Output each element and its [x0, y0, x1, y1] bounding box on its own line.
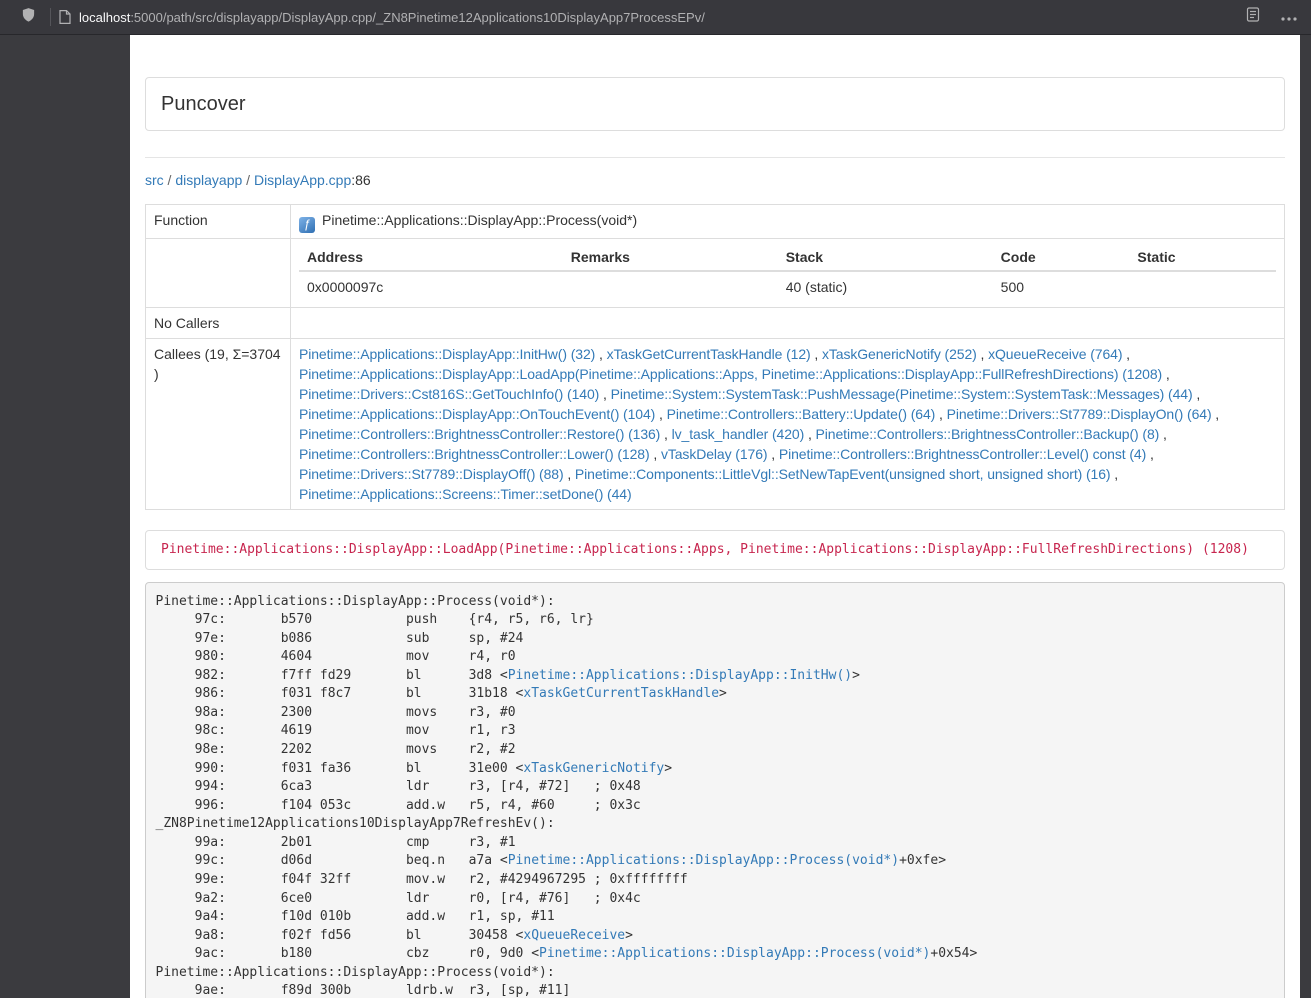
selected-callee-code: Pinetime::Applications::DisplayApp::Load… [161, 542, 1249, 557]
metrics-cell: Address Remarks Stack Code Static 0x0000… [291, 239, 1285, 308]
assembly-symbol-link[interactable]: Pinetime::Applications::DisplayApp::Proc… [539, 946, 930, 961]
breadcrumb-item[interactable]: DisplayApp.cpp [254, 172, 351, 188]
tracking-protection-button[interactable] [14, 4, 42, 30]
callees-list: Pinetime::Applications::DisplayApp::Init… [291, 339, 1285, 510]
assembly-symbol-link[interactable]: Pinetime::Applications::DisplayApp::Init… [508, 668, 852, 683]
callees-label: Callees (19, Σ=3704 ) [146, 339, 291, 510]
callee-link[interactable]: Pinetime::Drivers::St7789::DisplayOn() (… [947, 406, 1212, 422]
url-host: localhost [79, 10, 130, 25]
page-sheet: Puncover src / displayapp / DisplayApp.c… [130, 35, 1300, 998]
column-stack: Stack [778, 244, 993, 271]
divider [145, 157, 1285, 158]
remarks-value [563, 271, 778, 302]
function-row: Function ƒ Pinetime::Applications::Displa… [146, 205, 1285, 239]
callee-link[interactable]: Pinetime::Drivers::Cst816S::GetTouchInfo… [299, 386, 599, 402]
metrics-row-label [146, 239, 291, 308]
metrics-values-row: 0x0000097c 40 (static) 500 [299, 271, 1276, 302]
app-title[interactable]: Puncover [161, 93, 246, 115]
static-value [1129, 271, 1276, 302]
toolbar-separator [50, 8, 51, 26]
assembly-listing: Pinetime::Applications::DisplayApp::Proc… [145, 582, 1285, 998]
function-icon: ƒ [299, 217, 315, 233]
callee-link[interactable]: Pinetime::Controllers::Battery::Update()… [667, 406, 936, 422]
callee-link[interactable]: xTaskGenericNotify (252) [822, 346, 977, 362]
function-table: Function ƒPinetime::Applications::Displa… [145, 204, 1285, 510]
metrics-header-row: Address Remarks Stack Code Static [299, 244, 1276, 271]
page-icon [59, 10, 71, 24]
browser-toolbar: localhost:5000/path/src/displayapp/Displ… [0, 0, 1311, 35]
callee-link[interactable]: Pinetime::Components::LittleVgl::SetNewT… [575, 466, 1111, 482]
callee-link[interactable]: Pinetime::Controllers::BrightnessControl… [299, 426, 660, 442]
callee-link[interactable]: xTaskGetCurrentTaskHandle (12) [607, 346, 811, 362]
column-static: Static [1129, 244, 1276, 271]
callee-link[interactable]: Pinetime::Controllers::BrightnessControl… [299, 446, 650, 462]
selected-callee-box: Pinetime::Applications::DisplayApp::Load… [145, 530, 1285, 570]
metrics-row: Address Remarks Stack Code Static 0x0000… [146, 239, 1285, 308]
column-code: Code [993, 244, 1130, 271]
function-symbol-cell: ƒ Pinetime::Applications::DisplayApp::Pro… [291, 205, 1285, 239]
breadcrumb-separator: / [242, 172, 254, 188]
breadcrumb-item[interactable]: displayapp [175, 172, 242, 188]
stack-value: 40 (static) [778, 271, 993, 302]
callees-row: Callees (19, Σ=3704 ) Pinetime::Applicat… [146, 339, 1285, 510]
assembly-symbol-link[interactable]: xQueueReceive [523, 928, 625, 943]
breadcrumb: src / displayapp / DisplayApp.cpp:86 [145, 170, 1285, 190]
no-callers-label: No Callers [146, 308, 291, 339]
url-path: :5000/path/src/displayapp/DisplayApp.cpp… [130, 10, 705, 25]
app-header-panel: Puncover [145, 77, 1285, 131]
code-value: 500 [993, 271, 1130, 302]
function-row-label: Function [146, 205, 291, 239]
callee-link[interactable]: Pinetime::Controllers::BrightnessControl… [816, 426, 1160, 442]
assembly-symbol-link[interactable]: Pinetime::Applications::DisplayApp::Proc… [508, 853, 899, 868]
overflow-menu-button[interactable] [1275, 4, 1303, 30]
no-callers-row: No Callers [146, 308, 1285, 339]
reader-view-button[interactable] [1239, 4, 1267, 30]
column-remarks: Remarks [563, 244, 778, 271]
function-symbol: Pinetime::Applications::DisplayApp::Proc… [322, 212, 637, 228]
overflow-menu-icon [1281, 8, 1297, 26]
address-value: 0x0000097c [299, 271, 563, 302]
reader-view-icon [1246, 7, 1260, 27]
callee-link[interactable]: xQueueReceive (764) [988, 346, 1122, 362]
metrics-table: Address Remarks Stack Code Static 0x0000… [299, 244, 1276, 302]
callee-link[interactable]: Pinetime::Applications::DisplayApp::Init… [299, 346, 595, 362]
callee-link[interactable]: Pinetime::Applications::DisplayApp::OnTo… [299, 406, 655, 422]
callee-link[interactable]: Pinetime::System::SystemTask::PushMessag… [611, 386, 1193, 402]
breadcrumb-separator: / [164, 172, 176, 188]
breadcrumb-line-number: :86 [351, 172, 370, 188]
url-text: localhost:5000/path/src/displayapp/Displ… [79, 10, 705, 25]
callee-link[interactable]: Pinetime::Applications::DisplayApp::Load… [299, 366, 1162, 382]
column-address: Address [299, 244, 563, 271]
assembly-symbol-link[interactable]: xTaskGenericNotify [523, 761, 664, 776]
shield-icon [21, 7, 36, 28]
callee-link[interactable]: vTaskDelay (176) [661, 446, 768, 462]
callee-link[interactable]: Pinetime::Drivers::St7789::DisplayOff() … [299, 466, 564, 482]
callee-link[interactable]: Pinetime::Applications::Screens::Timer::… [299, 486, 632, 502]
breadcrumb-item[interactable]: src [145, 172, 164, 188]
no-callers-cell [291, 308, 1285, 339]
callee-link[interactable]: lv_task_handler (420) [672, 426, 805, 442]
address-bar[interactable]: localhost:5000/path/src/displayapp/Displ… [59, 10, 1239, 25]
content-container: Puncover src / displayapp / DisplayApp.c… [130, 77, 1300, 998]
toolbar-actions [1239, 4, 1303, 30]
callee-link[interactable]: Pinetime::Controllers::BrightnessControl… [779, 446, 1146, 462]
assembly-symbol-link[interactable]: xTaskGetCurrentTaskHandle [523, 686, 719, 701]
